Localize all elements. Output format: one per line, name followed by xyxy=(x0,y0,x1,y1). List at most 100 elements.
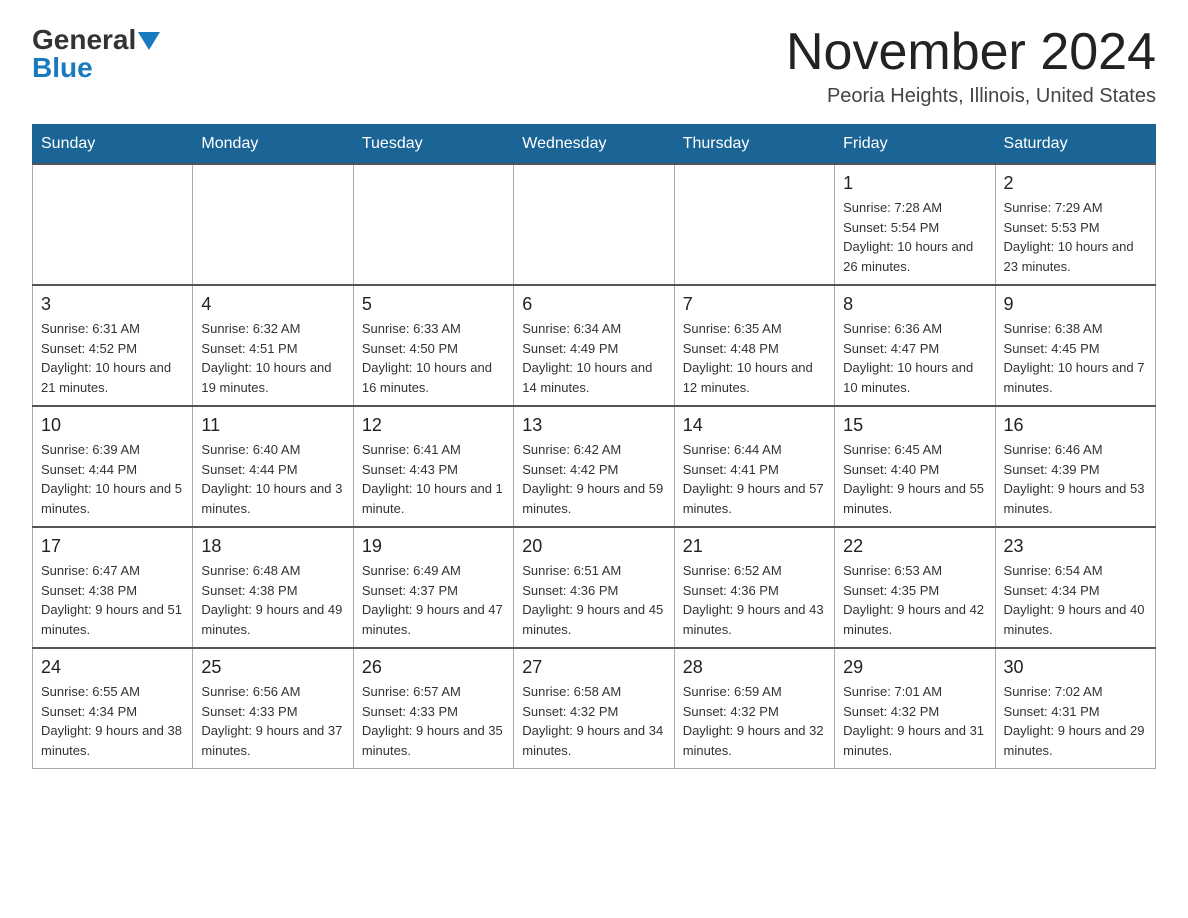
header-friday: Friday xyxy=(835,125,995,165)
day-info: Sunrise: 6:49 AM Sunset: 4:37 PM Dayligh… xyxy=(362,561,505,639)
week-row-5: 24 Sunrise: 6:55 AM Sunset: 4:34 PM Dayli… xyxy=(33,648,1156,769)
day-info: Sunrise: 6:32 AM Sunset: 4:51 PM Dayligh… xyxy=(201,319,344,397)
day-cell-1-2: 5 Sunrise: 6:33 AM Sunset: 4:50 PM Daylig… xyxy=(353,285,513,406)
day-info: Sunrise: 6:55 AM Sunset: 4:34 PM Dayligh… xyxy=(41,682,184,760)
day-info: Sunrise: 6:48 AM Sunset: 4:38 PM Dayligh… xyxy=(201,561,344,639)
day-number: 12 xyxy=(362,415,505,436)
day-cell-1-5: 8 Sunrise: 6:36 AM Sunset: 4:47 PM Daylig… xyxy=(835,285,995,406)
day-cell-0-1 xyxy=(193,164,353,285)
day-cell-3-0: 17 Sunrise: 6:47 AM Sunset: 4:38 PM Dayli… xyxy=(33,527,193,648)
day-number: 23 xyxy=(1004,536,1147,557)
day-cell-3-3: 20 Sunrise: 6:51 AM Sunset: 4:36 PM Dayli… xyxy=(514,527,674,648)
day-cell-2-1: 11 Sunrise: 6:40 AM Sunset: 4:44 PM Dayli… xyxy=(193,406,353,527)
day-cell-1-6: 9 Sunrise: 6:38 AM Sunset: 4:45 PM Daylig… xyxy=(995,285,1155,406)
title-block: November 2024 Peoria Heights, Illinois, … xyxy=(786,24,1156,108)
day-info: Sunrise: 6:56 AM Sunset: 4:33 PM Dayligh… xyxy=(201,682,344,760)
day-number: 13 xyxy=(522,415,665,436)
header-wednesday: Wednesday xyxy=(514,125,674,165)
day-info: Sunrise: 7:28 AM Sunset: 5:54 PM Dayligh… xyxy=(843,198,986,276)
day-cell-2-6: 16Sunrise: 6:46 AM Sunset: 4:39 PM Dayli… xyxy=(995,406,1155,527)
day-number: 5 xyxy=(362,294,505,315)
day-number: 11 xyxy=(201,415,344,436)
day-cell-3-4: 21 Sunrise: 6:52 AM Sunset: 4:36 PM Dayli… xyxy=(674,527,834,648)
day-info: Sunrise: 6:59 AM Sunset: 4:32 PM Dayligh… xyxy=(683,682,826,760)
week-row-1: 1 Sunrise: 7:28 AM Sunset: 5:54 PM Daylig… xyxy=(33,164,1156,285)
day-info: Sunrise: 6:41 AM Sunset: 4:43 PM Dayligh… xyxy=(362,440,505,518)
day-number: 2 xyxy=(1004,173,1147,194)
day-number: 17 xyxy=(41,536,184,557)
day-number: 26 xyxy=(362,657,505,678)
day-info: Sunrise: 6:44 AM Sunset: 4:41 PM Dayligh… xyxy=(683,440,826,518)
day-number: 10 xyxy=(41,415,184,436)
day-info: Sunrise: 6:35 AM Sunset: 4:48 PM Dayligh… xyxy=(683,319,826,397)
month-title: November 2024 xyxy=(786,24,1156,81)
day-info: Sunrise: 6:33 AM Sunset: 4:50 PM Dayligh… xyxy=(362,319,505,397)
day-cell-0-2 xyxy=(353,164,513,285)
day-number: 28 xyxy=(683,657,826,678)
header-sunday: Sunday xyxy=(33,125,193,165)
logo-blue-text: Blue xyxy=(32,52,93,84)
day-info: Sunrise: 6:54 AM Sunset: 4:34 PM Dayligh… xyxy=(1004,561,1147,639)
day-cell-2-0: 10 Sunrise: 6:39 AM Sunset: 4:44 PM Dayli… xyxy=(33,406,193,527)
day-cell-2-3: 13 Sunrise: 6:42 AM Sunset: 4:42 PM Dayli… xyxy=(514,406,674,527)
day-info: Sunrise: 6:47 AM Sunset: 4:38 PM Dayligh… xyxy=(41,561,184,639)
calendar-table: SundayMondayTuesdayWednesdayThursdayFrid… xyxy=(32,124,1156,769)
day-cell-3-6: 23 Sunrise: 6:54 AM Sunset: 4:34 PM Dayli… xyxy=(995,527,1155,648)
day-info: Sunrise: 7:02 AM Sunset: 4:31 PM Dayligh… xyxy=(1004,682,1147,760)
day-info: Sunrise: 6:39 AM Sunset: 4:44 PM Dayligh… xyxy=(41,440,184,518)
day-info: Sunrise: 6:34 AM Sunset: 4:49 PM Dayligh… xyxy=(522,319,665,397)
day-number: 9 xyxy=(1004,294,1147,315)
day-cell-4-2: 26 Sunrise: 6:57 AM Sunset: 4:33 PM Dayli… xyxy=(353,648,513,769)
day-info: Sunrise: 7:01 AM Sunset: 4:32 PM Dayligh… xyxy=(843,682,986,760)
day-number: 4 xyxy=(201,294,344,315)
day-cell-4-0: 24 Sunrise: 6:55 AM Sunset: 4:34 PM Dayli… xyxy=(33,648,193,769)
day-cell-2-5: 15Sunrise: 6:45 AM Sunset: 4:40 PM Dayli… xyxy=(835,406,995,527)
day-info: Sunrise: 6:31 AM Sunset: 4:52 PM Dayligh… xyxy=(41,319,184,397)
day-cell-1-4: 7 Sunrise: 6:35 AM Sunset: 4:48 PM Daylig… xyxy=(674,285,834,406)
day-info: Sunrise: 7:29 AM Sunset: 5:53 PM Dayligh… xyxy=(1004,198,1147,276)
day-cell-0-0 xyxy=(33,164,193,285)
day-info: Sunrise: 6:36 AM Sunset: 4:47 PM Dayligh… xyxy=(843,319,986,397)
day-info: Sunrise: 6:51 AM Sunset: 4:36 PM Dayligh… xyxy=(522,561,665,639)
day-cell-0-5: 1 Sunrise: 7:28 AM Sunset: 5:54 PM Daylig… xyxy=(835,164,995,285)
day-cell-2-4: 14 Sunrise: 6:44 AM Sunset: 4:41 PM Dayli… xyxy=(674,406,834,527)
header-thursday: Thursday xyxy=(674,125,834,165)
day-cell-4-6: 30 Sunrise: 7:02 AM Sunset: 4:31 PM Dayli… xyxy=(995,648,1155,769)
day-cell-1-3: 6Sunrise: 6:34 AM Sunset: 4:49 PM Daylig… xyxy=(514,285,674,406)
day-number: 25 xyxy=(201,657,344,678)
day-number: 24 xyxy=(41,657,184,678)
day-info: Sunrise: 6:42 AM Sunset: 4:42 PM Dayligh… xyxy=(522,440,665,518)
day-info: Sunrise: 6:52 AM Sunset: 4:36 PM Dayligh… xyxy=(683,561,826,639)
day-number: 1 xyxy=(843,173,986,194)
day-number: 22 xyxy=(843,536,986,557)
header-saturday: Saturday xyxy=(995,125,1155,165)
day-number: 8 xyxy=(843,294,986,315)
day-cell-1-1: 4 Sunrise: 6:32 AM Sunset: 4:51 PM Daylig… xyxy=(193,285,353,406)
day-number: 3 xyxy=(41,294,184,315)
day-number: 29 xyxy=(843,657,986,678)
logo-arrow-icon xyxy=(138,32,160,50)
day-number: 14 xyxy=(683,415,826,436)
day-cell-0-4 xyxy=(674,164,834,285)
day-cell-4-4: 28 Sunrise: 6:59 AM Sunset: 4:32 PM Dayli… xyxy=(674,648,834,769)
day-info: Sunrise: 6:58 AM Sunset: 4:32 PM Dayligh… xyxy=(522,682,665,760)
day-cell-3-1: 18Sunrise: 6:48 AM Sunset: 4:38 PM Dayli… xyxy=(193,527,353,648)
day-info: Sunrise: 6:46 AM Sunset: 4:39 PM Dayligh… xyxy=(1004,440,1147,518)
week-row-3: 10 Sunrise: 6:39 AM Sunset: 4:44 PM Dayli… xyxy=(33,406,1156,527)
day-number: 19 xyxy=(362,536,505,557)
day-number: 7 xyxy=(683,294,826,315)
header-monday: Monday xyxy=(193,125,353,165)
day-cell-0-6: 2 Sunrise: 7:29 AM Sunset: 5:53 PM Daylig… xyxy=(995,164,1155,285)
day-cell-2-2: 12 Sunrise: 6:41 AM Sunset: 4:43 PM Dayli… xyxy=(353,406,513,527)
day-cell-3-5: 22 Sunrise: 6:53 AM Sunset: 4:35 PM Dayli… xyxy=(835,527,995,648)
day-cell-4-1: 25 Sunrise: 6:56 AM Sunset: 4:33 PM Dayli… xyxy=(193,648,353,769)
day-info: Sunrise: 6:53 AM Sunset: 4:35 PM Dayligh… xyxy=(843,561,986,639)
day-number: 21 xyxy=(683,536,826,557)
day-cell-0-3 xyxy=(514,164,674,285)
day-info: Sunrise: 6:40 AM Sunset: 4:44 PM Dayligh… xyxy=(201,440,344,518)
day-number: 30 xyxy=(1004,657,1147,678)
day-number: 20 xyxy=(522,536,665,557)
day-info: Sunrise: 6:57 AM Sunset: 4:33 PM Dayligh… xyxy=(362,682,505,760)
day-info: Sunrise: 6:38 AM Sunset: 4:45 PM Dayligh… xyxy=(1004,319,1147,397)
logo: General Blue xyxy=(32,24,160,84)
